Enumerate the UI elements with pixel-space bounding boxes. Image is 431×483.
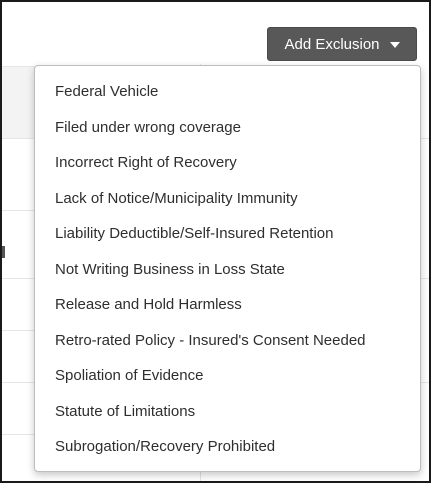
menu-item-filed-under-wrong-coverage[interactable]: Filed under wrong coverage (35, 110, 420, 146)
menu-item-release-and-hold-harmless[interactable]: Release and Hold Harmless (35, 287, 420, 323)
menu-item-statute-of-limitations[interactable]: Statute of Limitations (35, 394, 420, 430)
add-exclusion-button[interactable]: Add Exclusion (267, 27, 417, 61)
background-row-marker (2, 246, 5, 258)
menu-item-not-writing-business[interactable]: Not Writing Business in Loss State (35, 252, 420, 288)
caret-down-icon (389, 42, 400, 48)
add-exclusion-label: Add Exclusion (284, 35, 380, 53)
menu-item-subrogation-recovery-prohibited[interactable]: Subrogation/Recovery Prohibited (35, 429, 420, 465)
menu-item-lack-of-notice[interactable]: Lack of Notice/Municipality Immunity (35, 181, 420, 217)
menu-item-federal-vehicle[interactable]: Federal Vehicle (35, 74, 420, 110)
exclusion-dropdown-menu: Federal Vehicle Filed under wrong covera… (34, 65, 421, 472)
menu-item-incorrect-right-of-recovery[interactable]: Incorrect Right of Recovery (35, 145, 420, 181)
menu-item-spoliation-of-evidence[interactable]: Spoliation of Evidence (35, 358, 420, 394)
menu-item-liability-deductible[interactable]: Liability Deductible/Self-Insured Retent… (35, 216, 420, 252)
menu-item-retro-rated-policy[interactable]: Retro-rated Policy - Insured's Consent N… (35, 323, 420, 359)
